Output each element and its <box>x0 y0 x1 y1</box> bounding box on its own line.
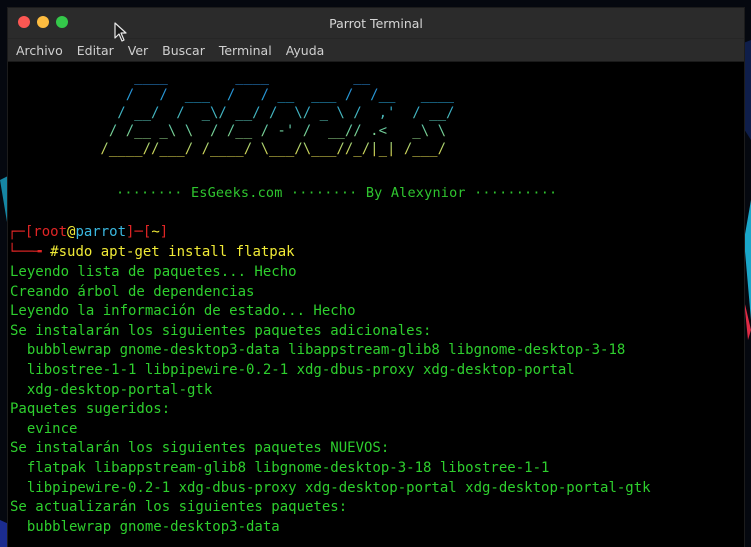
prompt-open: ┌─[ <box>8 224 34 240</box>
prompt-close: ] <box>159 224 169 240</box>
prompt-dir: ~ <box>151 224 160 240</box>
menu-buscar[interactable]: Buscar <box>162 43 205 58</box>
mouse-pointer-icon <box>114 22 127 42</box>
output-line: Se instalarán los siguientes paquetes ad… <box>10 322 432 339</box>
terminal-window: Parrot Terminal Archivo Editar Ver Busca… <box>8 8 744 547</box>
prompt-arrow: └──╼ <box>8 244 51 260</box>
terminal-output-area[interactable]: ____ ____ __ / / ___ / / __ ___ / /__ __… <box>8 62 744 547</box>
output-line: flatpak libappstream-glib8 libgnome-desk… <box>10 459 550 476</box>
menu-terminal[interactable]: Terminal <box>219 43 272 58</box>
menu-bar: Archivo Editar Ver Buscar Terminal Ayuda <box>8 39 744 62</box>
menu-ayuda[interactable]: Ayuda <box>286 43 325 58</box>
command-output: Leyendo lista de paquetes... Hecho Crean… <box>10 263 651 537</box>
output-line: xdg-desktop-portal-gtk <box>10 381 213 398</box>
output-line: Creando árbol de dependencias <box>10 283 255 300</box>
prompt-user: root <box>33 224 68 240</box>
output-line: bubblewrap gnome-desktop3-data libappstr… <box>10 342 626 359</box>
output-line: evince <box>10 420 78 437</box>
prompt-symbol: # <box>50 244 59 260</box>
prompt-host: parrot <box>75 224 127 240</box>
banner-subtitle: ········ EsGeeks.com ········ By Alexyni… <box>116 185 558 201</box>
prompt-mid: ]─[ <box>126 224 152 240</box>
menu-editar[interactable]: Editar <box>77 43 114 58</box>
title-bar[interactable]: Parrot Terminal <box>8 8 744 42</box>
ascii-art-banner: ____ ____ __ / / ___ / / __ ___ / /__ __… <box>92 68 454 158</box>
output-line: Leyendo lista de paquetes... Hecho <box>10 264 297 280</box>
output-line: Se instalarán los siguientes paquetes NU… <box>10 440 390 457</box>
output-line: Paquetes sugeridos: <box>10 401 171 418</box>
output-line: libostree-1-1 libpipewire-0.2-1 xdg-dbus… <box>10 361 575 378</box>
output-line: Se actualizarán los siguientes paquetes: <box>10 499 348 516</box>
shell-prompt: ┌─[root@parrot]─[~] <box>8 223 168 243</box>
output-line: libpipewire-0.2-1 xdg-dbus-proxy xdg-des… <box>10 479 651 496</box>
output-line: bubblewrap gnome-desktop3-data <box>10 518 280 535</box>
command-text: sudo apt-get install flatpak <box>58 244 295 260</box>
menu-archivo[interactable]: Archivo <box>16 43 63 58</box>
command-line: └──╼ #sudo apt-get install flatpak <box>8 243 295 263</box>
menu-ver[interactable]: Ver <box>128 43 148 58</box>
output-line: Leyendo la información de estado... Hech… <box>10 303 356 320</box>
